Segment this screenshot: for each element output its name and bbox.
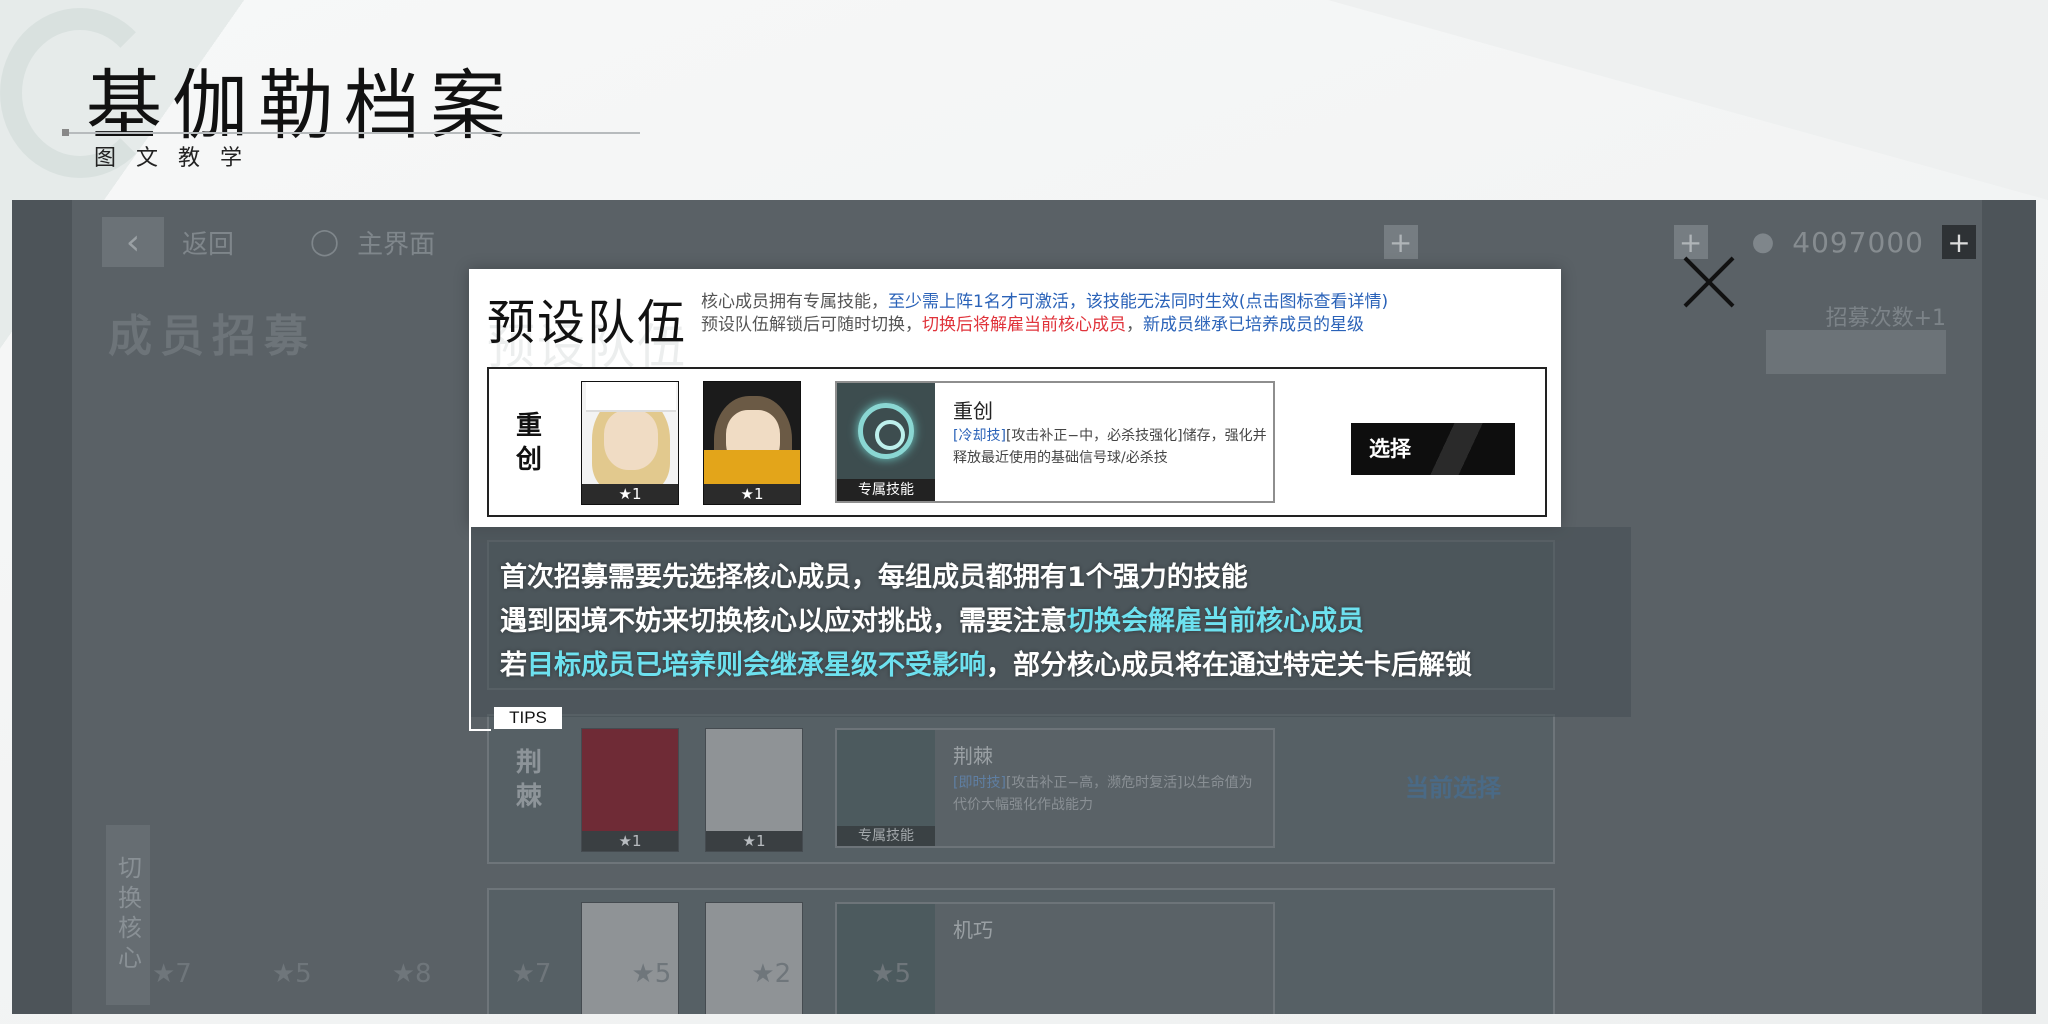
slide-title: 基伽勒档案 xyxy=(86,61,516,150)
tips-frame-bottom xyxy=(469,729,491,731)
member-star: ★1 xyxy=(582,831,678,851)
home-icon[interactable]: ◯ xyxy=(310,227,339,257)
modal-title: 预设队伍 xyxy=(487,295,688,351)
member-portrait[interactable]: ★1 xyxy=(703,381,801,505)
modal-info: 核心成员拥有专属技能，至少需上阵1名才可激活，该技能无法同时生效(点击图标查看详… xyxy=(701,292,1389,335)
tips-line-3: 若目标成员已培养则会继承星级不受影响，部分核心成员将在通过特定关卡后解锁 xyxy=(500,650,1472,681)
portrait-jacket xyxy=(704,450,800,484)
skill-badge: 专属技能 xyxy=(837,826,935,846)
skill-name: 机巧 xyxy=(953,918,993,942)
star-count: ★7 xyxy=(152,959,192,989)
member-star: ★1 xyxy=(704,484,800,504)
title-divider xyxy=(66,132,640,134)
recruit-button[interactable] xyxy=(1766,330,1946,374)
skill-description: [冷却技][攻击补正−中，必杀技强化]储存，强化并释放最近使用的基础信号球/必杀… xyxy=(953,428,1267,466)
star-count: ★7 xyxy=(511,959,552,989)
star-count: ★8 xyxy=(391,959,432,989)
coin-icon: ● xyxy=(1751,227,1775,257)
tips-frame xyxy=(469,527,471,731)
skill-name: 重创 xyxy=(953,399,993,423)
switch-core-button[interactable]: 切换核心 xyxy=(106,825,150,1005)
team-row-label: 重创 xyxy=(515,411,542,475)
tips-line-2: 遇到困境不妨来切换核心以应对挑战，需要注意切换会解雇当前核心成员 xyxy=(500,606,1364,637)
signal-orb-skill-icon[interactable]: 专属技能 xyxy=(837,383,935,501)
member-portrait[interactable]: ★1 xyxy=(581,728,679,852)
title-dot xyxy=(62,129,69,136)
team-row-heavy-strike: 重创 ★1 ★1 专属技能 重创 [冷却技][攻击补正−中，必杀技强化]储存，强… xyxy=(487,367,1547,517)
recruit-extra-label: 招募次数+1 xyxy=(1825,306,1946,331)
home-label[interactable]: 主界面 xyxy=(357,224,435,261)
slide-subtitle: 图文教学 xyxy=(94,146,263,171)
star-count: ★5 xyxy=(271,959,312,989)
preset-team-modal: 预设队伍 预设队伍 核心成员拥有专属技能，至少需上阵1名才可激活，该技能无法同时… xyxy=(469,269,1561,527)
back-label: 返回 xyxy=(182,229,235,260)
member-star: ★1 xyxy=(706,831,802,851)
team-row-3[interactable]: 机巧 xyxy=(487,888,1555,1014)
bottom-stars-bar: ★7 ★5 ★8 ★7 ★5 ★2 ★5 xyxy=(152,954,1976,994)
team-row-label: 荆棘 xyxy=(515,748,542,812)
skull-skill-icon[interactable]: 专属技能 xyxy=(837,730,935,846)
tips-text: 首次招募需要先选择核心成员，每组成员都拥有1个强力的技能 遇到困境不妨来切换核心… xyxy=(500,556,1472,688)
page-heading: 成员招募 xyxy=(108,311,316,362)
current-selection-badge: 当前选择 xyxy=(1405,774,1501,802)
close-icon[interactable] xyxy=(1681,254,1737,310)
skill-card: 专属技能 重创 [冷却技][攻击补正−中，必杀技强化]储存，强化并释放最近使用的… xyxy=(835,381,1275,503)
skill-badge: 专属技能 xyxy=(837,479,935,501)
chevron-left-icon: ‹ xyxy=(125,221,141,263)
select-button[interactable]: 选择 xyxy=(1351,423,1515,475)
team-row-thorns[interactable]: 荆棘 ★1 ★1 专属技能 荆棘 [即时技][攻击补正−高，濒危时复活]以生命值… xyxy=(487,714,1555,864)
add-resource-3-button[interactable]: + xyxy=(1942,225,1976,259)
member-portrait[interactable]: ★1 xyxy=(581,381,679,505)
skill-ring xyxy=(858,403,914,459)
member-portrait[interactable]: ★1 xyxy=(705,728,803,852)
star-count: ★2 xyxy=(751,959,792,989)
back-button[interactable]: ‹ xyxy=(102,217,164,267)
portrait-hat xyxy=(586,382,676,412)
skill-name: 荆棘 xyxy=(953,744,993,768)
portrait-face xyxy=(604,410,658,470)
add-resource-1-button[interactable]: + xyxy=(1383,225,1418,259)
skill-card: 专属技能 荆棘 [即时技][攻击补正−高，濒危时复活]以生命值为代价大幅强化作战… xyxy=(835,728,1275,848)
tips-line-1: 首次招募需要先选择核心成员，每组成员都拥有1个强力的技能 xyxy=(500,562,1248,593)
star-count: ★5 xyxy=(631,959,672,989)
member-star: ★1 xyxy=(582,484,678,504)
tips-tag: TIPS xyxy=(494,707,562,729)
skill-description: [即时技][攻击补正−高，濒危时复活]以生命值为代价大幅强化作战能力 xyxy=(953,775,1253,813)
corner-decoration xyxy=(1328,0,2048,200)
star-count: ★5 xyxy=(871,959,912,989)
resource-count: 4097000 xyxy=(1792,225,1924,259)
